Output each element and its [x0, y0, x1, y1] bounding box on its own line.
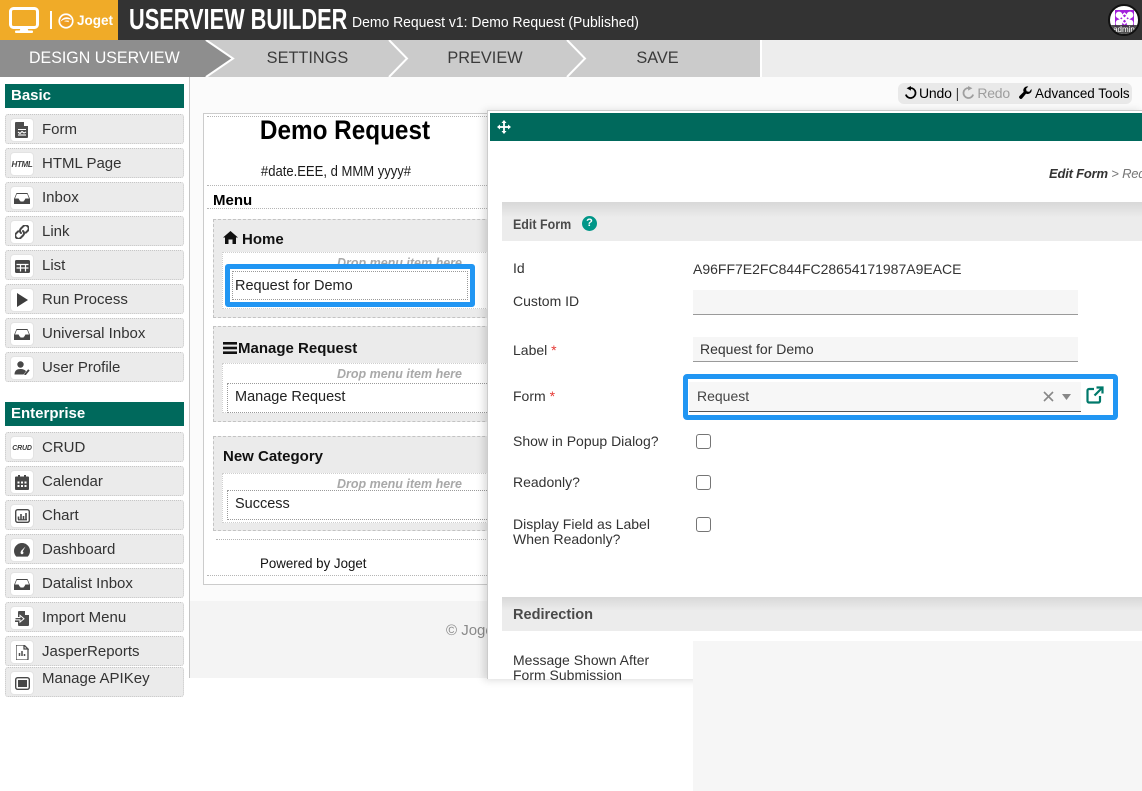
- svg-text:admin: admin: [1113, 25, 1135, 34]
